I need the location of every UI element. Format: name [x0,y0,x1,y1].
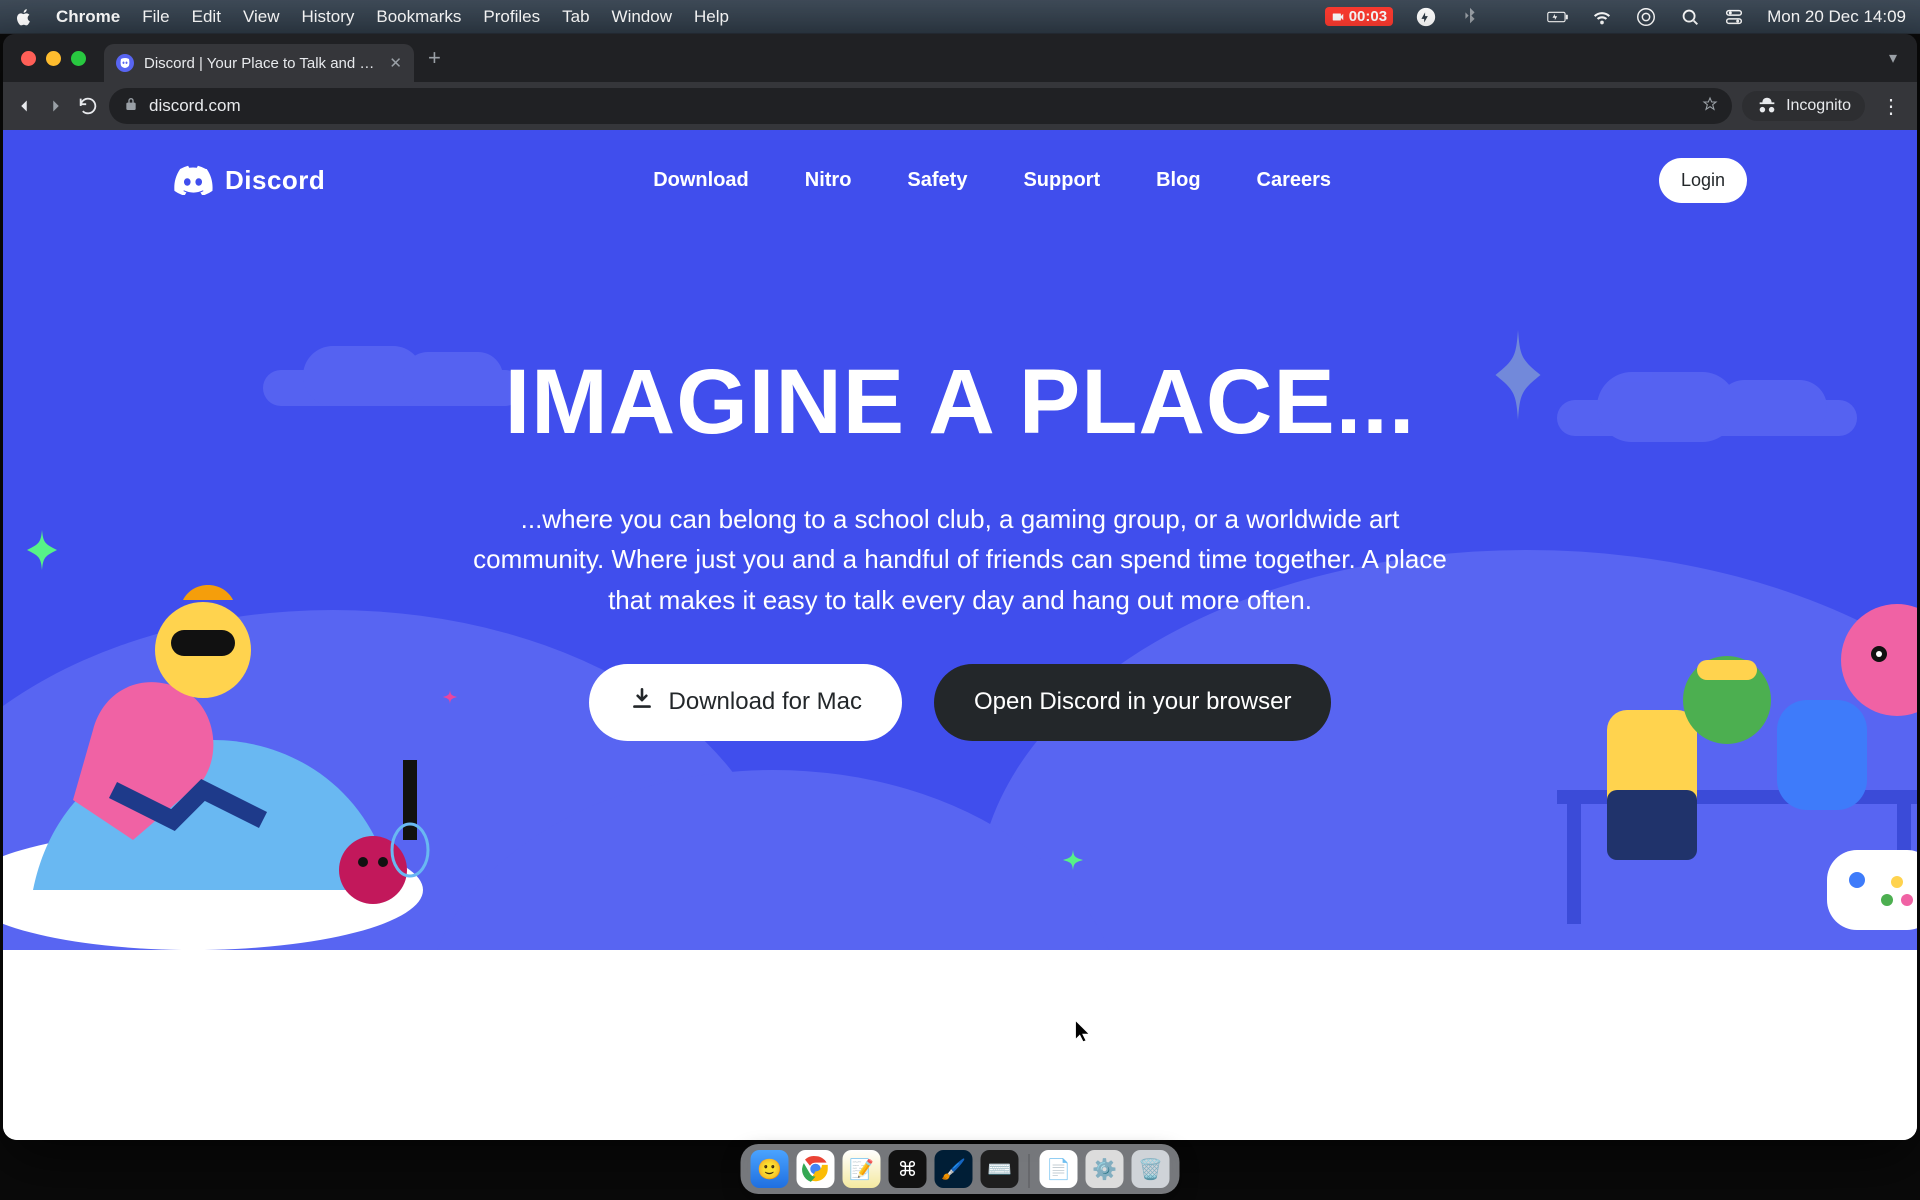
download-icon [629,686,655,719]
sparkle-icon [1493,330,1543,420]
nav-support[interactable]: Support [1023,169,1100,192]
hero-section: Discord Download Nitro Safety Support Bl… [3,130,1917,950]
browser-tab[interactable]: Discord | Your Place to Talk and Hang Ou… [104,44,414,82]
address-bar[interactable]: discord.com [109,88,1732,124]
incognito-indicator[interactable]: Incognito [1742,91,1865,121]
nav-reload-button[interactable] [77,95,99,117]
download-label: Download for Mac [669,688,862,716]
nav-links: Download Nitro Safety Support Blog Caree… [325,169,1659,192]
apple-menu-icon[interactable] [14,7,34,27]
nav-safety[interactable]: Safety [907,169,967,192]
page-viewport[interactable]: Discord Download Nitro Safety Support Bl… [3,130,1917,1140]
menu-history[interactable]: History [301,7,354,27]
nav-download[interactable]: Download [653,169,749,192]
menu-help[interactable]: Help [694,7,729,27]
hero-illustration-right [1477,530,1917,950]
quick-action-icon[interactable] [1415,6,1437,28]
window-minimize-button[interactable] [46,51,61,66]
dock-item-textedit[interactable]: 📄 [1040,1150,1078,1188]
menu-window[interactable]: Window [612,7,672,27]
tab-title: Discord | Your Place to Talk and Hang Ou… [144,55,379,72]
dock-item-system-preferences[interactable]: ⚙️ [1086,1150,1124,1188]
tab-overflow-icon[interactable]: ▾ [1881,48,1905,68]
open-in-browser-button[interactable]: Open Discord in your browser [934,664,1331,741]
hero-copy: IMAGINE A PLACE... ...where you can belo… [435,350,1485,741]
dock-app-finder[interactable]: 🙂 [751,1150,789,1188]
bluetooth-icon[interactable] [1459,6,1481,28]
dock-app-vscode[interactable]: ⌨️ [981,1150,1019,1188]
hero-illustration-left [3,530,443,950]
chrome-window: Discord | Your Place to Talk and Hang Ou… [3,34,1917,1140]
browser-menu-icon[interactable]: ⋮ [1875,94,1907,119]
tab-strip: Discord | Your Place to Talk and Hang Ou… [3,34,1917,82]
dock-app-chrome[interactable] [797,1150,835,1188]
menu-bookmarks[interactable]: Bookmarks [376,7,461,27]
hero-headline: IMAGINE A PLACE... [435,350,1485,455]
hero-body: ...where you can belong to a school club… [435,499,1485,620]
brand-wordmark: Discord [225,165,325,196]
nav-forward-button[interactable] [45,95,67,117]
menu-profiles[interactable]: Profiles [483,7,540,27]
macos-menubar: Chrome File Edit View History Bookmarks … [0,0,1920,34]
dock-app-notes[interactable]: 📝 [843,1150,881,1188]
spotlight-icon[interactable] [1679,6,1701,28]
login-button[interactable]: Login [1659,158,1747,203]
focus-icon[interactable] [1635,6,1657,28]
dock-separator [1029,1154,1030,1188]
tab-favicon-icon [116,54,134,72]
download-button[interactable]: Download for Mac [589,664,902,741]
lock-icon [123,96,139,117]
menu-view[interactable]: View [243,7,280,27]
control-center-icon[interactable] [1723,6,1745,28]
nav-nitro[interactable]: Nitro [805,169,852,192]
sparkle-icon [1063,850,1083,870]
bookmark-star-icon[interactable] [1702,96,1718,117]
dock: 🙂 📝 ⌘ 🖌️ ⌨️ 📄 ⚙️ 🗑️ [741,1144,1180,1194]
wifi-icon[interactable] [1591,6,1613,28]
menu-file[interactable]: File [142,7,169,27]
dock-item-trash[interactable]: 🗑️ [1132,1150,1170,1188]
nav-blog[interactable]: Blog [1156,169,1200,192]
menu-edit[interactable]: Edit [192,7,221,27]
dock-app-terminal[interactable]: ⌘ [889,1150,927,1188]
window-zoom-button[interactable] [71,51,86,66]
incognito-label: Incognito [1786,97,1851,115]
dock-app-photoshop[interactable]: 🖌️ [935,1150,973,1188]
nav-careers[interactable]: Careers [1257,169,1332,192]
window-close-button[interactable] [21,51,36,66]
tab-close-icon[interactable]: ✕ [389,54,402,72]
brand-logo[interactable]: Discord [173,165,325,196]
site-nav: Discord Download Nitro Safety Support Bl… [3,130,1917,230]
recording-timer: 00:03 [1349,8,1387,25]
window-controls [21,51,86,66]
new-tab-button[interactable]: + [414,45,455,71]
url-text: discord.com [149,96,1692,116]
menubar-app-name[interactable]: Chrome [56,7,120,27]
nav-back-button[interactable] [13,95,35,117]
battery-icon[interactable] [1547,6,1569,28]
browser-toolbar: discord.com Incognito ⋮ [3,82,1917,130]
keyboard-brightness-icon[interactable] [1503,6,1525,28]
below-hero-section [3,950,1917,1140]
menu-tab[interactable]: Tab [562,7,589,27]
menubar-clock[interactable]: Mon 20 Dec 14:09 [1767,7,1906,27]
screen-recording-indicator[interactable]: 00:03 [1325,7,1393,26]
